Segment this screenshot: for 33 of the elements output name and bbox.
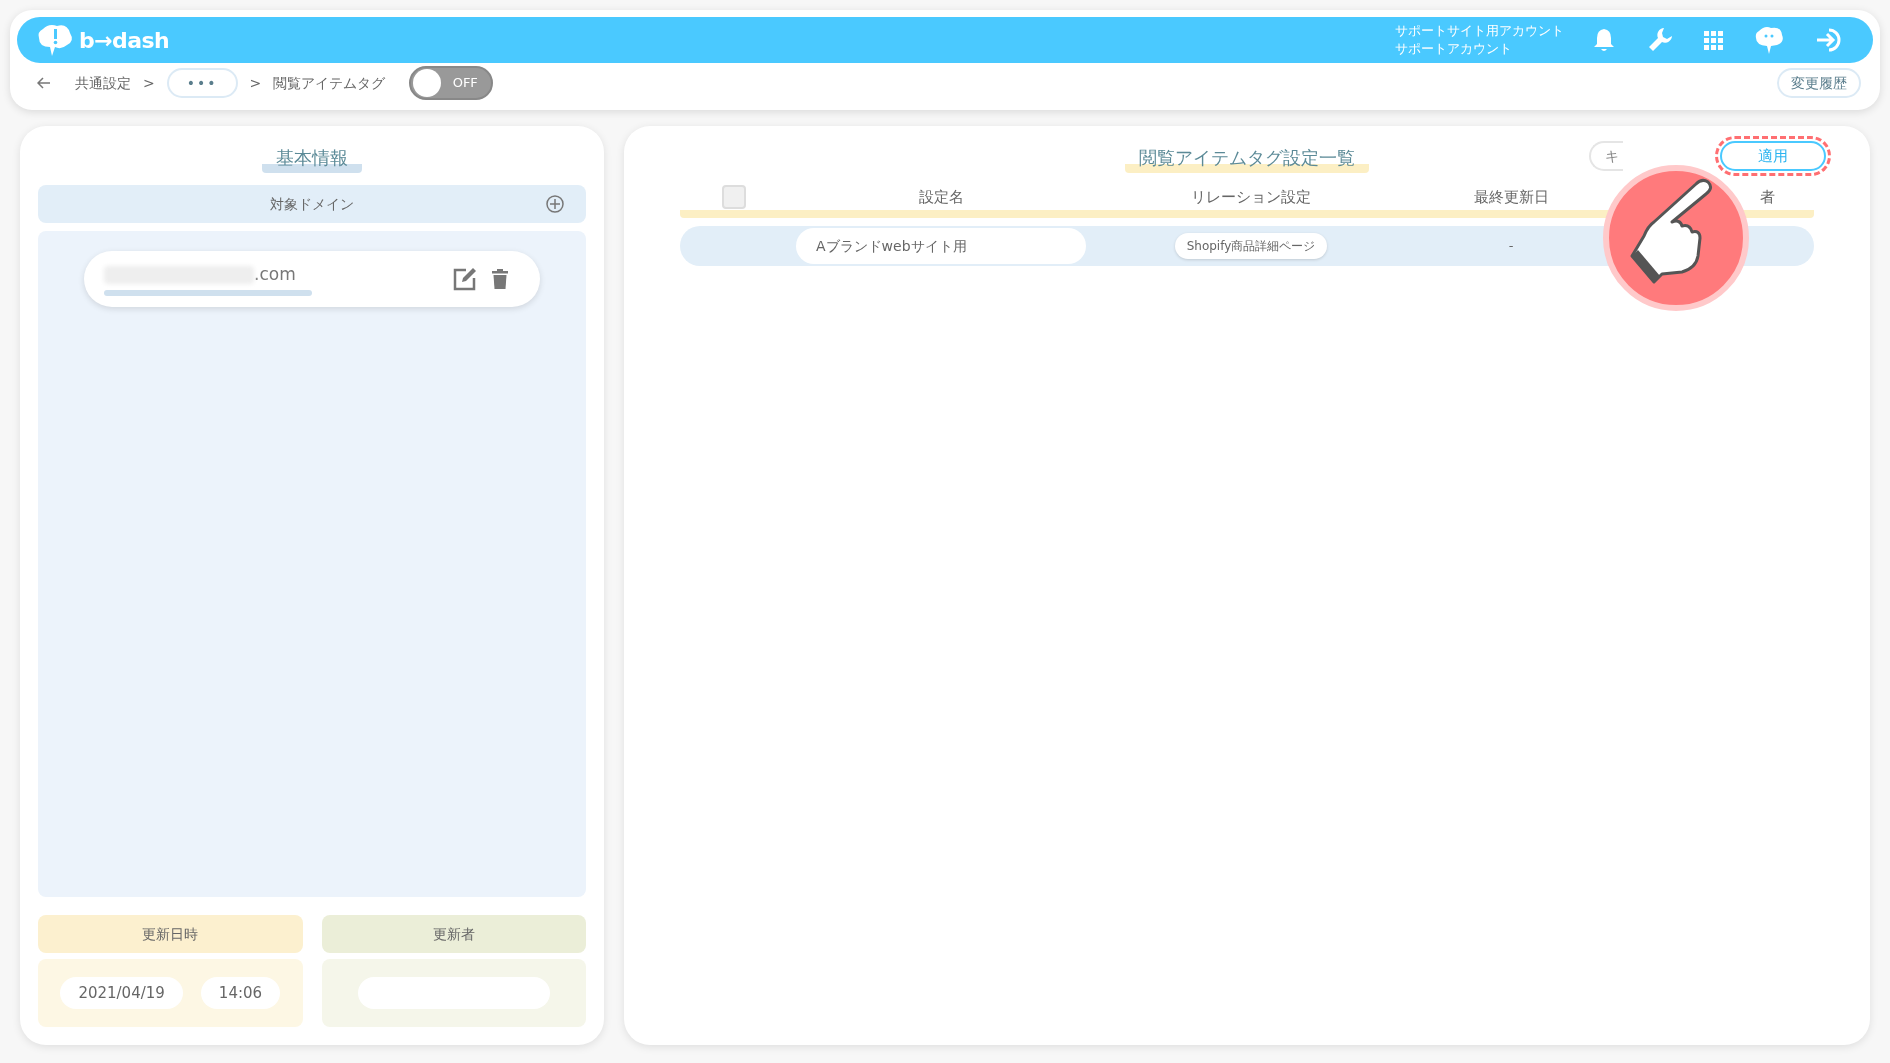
date-value: 2021/04/19 xyxy=(60,977,183,1009)
column-header: リレーション設定 xyxy=(1191,186,1311,208)
breadcrumb-separator: > xyxy=(143,73,155,93)
domain-label: 対象ドメイン xyxy=(270,194,354,214)
table-cell-text: - xyxy=(1508,237,1514,256)
trash-icon[interactable] xyxy=(492,269,508,289)
relation-tag: Shopify商品詳細ページ xyxy=(1174,233,1328,259)
pointer-hand-icon xyxy=(1602,164,1750,312)
more-button[interactable]: ••• xyxy=(166,68,238,98)
account-name: サポートサイト用アカウント xyxy=(1395,22,1564,40)
edit-icon[interactable] xyxy=(452,266,478,292)
breadcrumb-link[interactable]: 閲覧アイテムタグ xyxy=(273,72,386,94)
updated-by-header: 更新者 xyxy=(321,915,586,953)
history-button[interactable]: 変更履歴 xyxy=(1777,68,1861,98)
updated-at-header: 更新日時 xyxy=(38,915,303,953)
breadcrumb-separator: > xyxy=(249,73,262,93)
cancel-button[interactable]: キ xyxy=(1589,141,1623,171)
column-header: 設定名 xyxy=(918,186,964,208)
domain-text: .com xyxy=(254,262,296,286)
select-all-checkbox[interactable] xyxy=(722,185,746,209)
setting-name: Aブランドwebサイト用 xyxy=(796,228,1086,264)
logo-text: b→dash xyxy=(79,26,170,55)
column-header: 者 xyxy=(1760,187,1775,206)
grid-icon[interactable] xyxy=(1704,30,1723,50)
toggle-switch[interactable]: OFF xyxy=(409,66,494,100)
mascot-icon[interactable] xyxy=(1753,25,1785,55)
time-value: 14:06 xyxy=(200,977,281,1009)
breadcrumb-link[interactable]: 共通設定 xyxy=(75,72,131,94)
account-name: サポートアカウント xyxy=(1395,40,1513,58)
bell-icon[interactable] xyxy=(1592,27,1616,53)
back-arrow-icon[interactable] xyxy=(37,77,51,89)
column-header: 最終更新日 xyxy=(1473,186,1549,208)
add-icon[interactable] xyxy=(546,195,564,213)
